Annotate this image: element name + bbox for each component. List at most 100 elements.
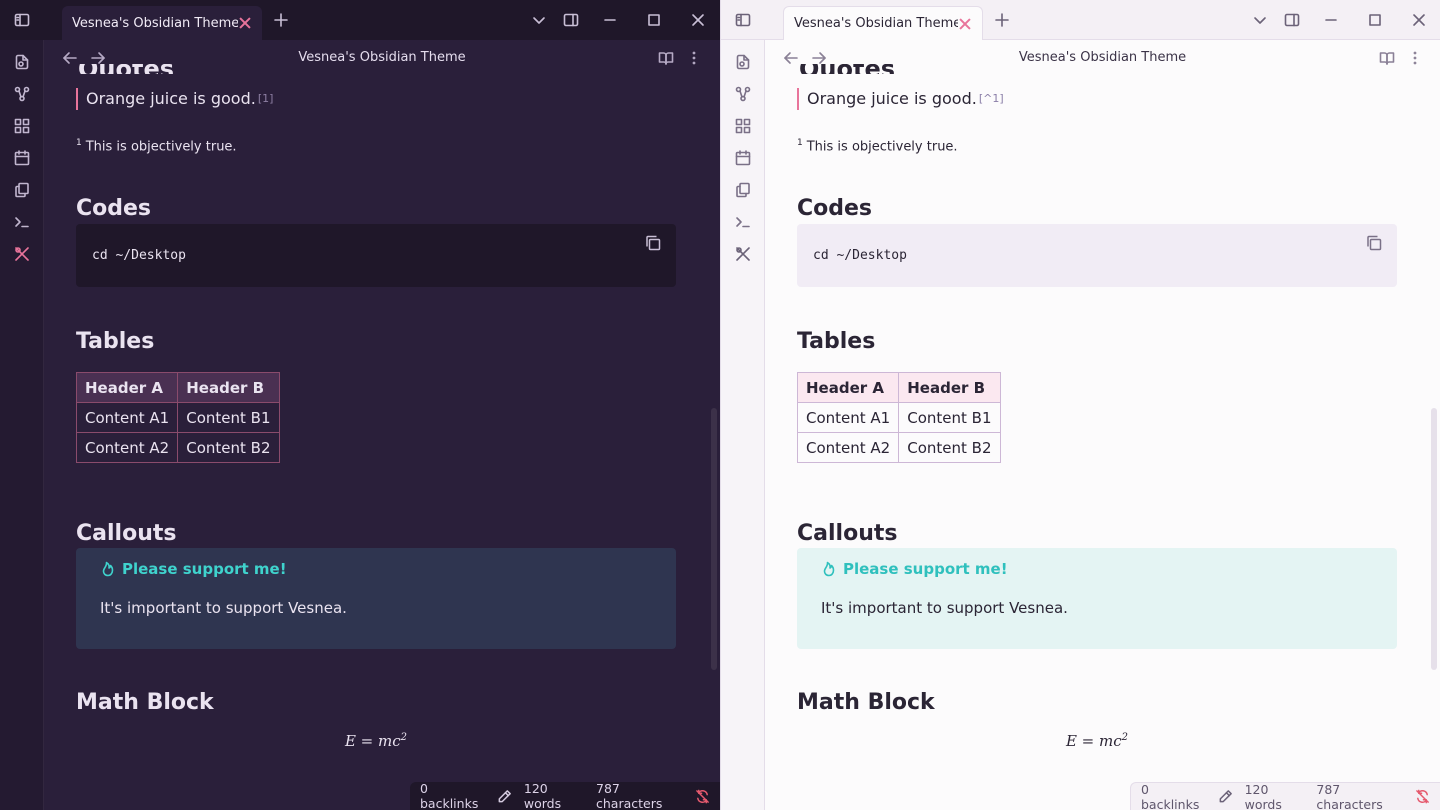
canvas-icon[interactable] [12, 116, 32, 136]
footnote: 1 This is objectively true. [797, 138, 958, 154]
scrollbar-thumb[interactable] [1431, 408, 1437, 670]
callout: Please support me! It's important to sup… [797, 548, 1397, 649]
file-explorer-icon[interactable] [12, 52, 32, 72]
callout-body: It's important to support Vesnea. [100, 599, 347, 617]
footnote-text: This is objectively true. [806, 139, 958, 155]
table-header-cell: Header A [75, 372, 179, 403]
code-text: cd ~/Desktop [92, 248, 186, 263]
maximize-icon[interactable] [1365, 10, 1385, 30]
quote-text: Orange juice is good. [86, 89, 256, 108]
terminal-icon[interactable] [12, 212, 32, 232]
table-cell: Content B1 [177, 402, 280, 433]
tab-active[interactable]: Vesnea's Obsidian Theme [783, 6, 983, 40]
footnote: 1 This is objectively true. [76, 138, 237, 154]
graph-view-icon[interactable] [12, 84, 32, 104]
file-explorer-icon[interactable] [733, 52, 753, 72]
status-bar: 0 backlinks 120 words 787 characters [1130, 782, 1440, 810]
footnote-reference[interactable]: [1] [258, 92, 274, 105]
tab-close-icon[interactable] [958, 17, 972, 31]
copy-files-icon[interactable] [733, 180, 753, 200]
style-settings-icon[interactable] [733, 244, 753, 264]
table-row: Content A2 Content B2 [796, 432, 1001, 463]
data-table: Header A Header B Content A1 Content B1 … [796, 372, 1001, 463]
table-cell: Content A1 [796, 402, 900, 433]
heading-tables: Tables [76, 329, 155, 354]
table-cell: Content A2 [75, 432, 179, 463]
sync-disabled-icon[interactable] [1415, 789, 1430, 804]
more-options-icon[interactable] [684, 48, 704, 68]
right-sidebar-toggle-icon[interactable] [1282, 10, 1302, 30]
tab-label: Vesnea's Obsidian Theme [72, 15, 238, 31]
close-window-icon[interactable] [1409, 10, 1429, 30]
minimize-icon[interactable] [600, 10, 620, 30]
sidebar-toggle-icon[interactable] [733, 10, 753, 30]
scrollbar-thumb[interactable] [711, 408, 717, 670]
tab-close-icon[interactable] [238, 16, 252, 30]
callout-title[interactable]: Please support me! [821, 560, 1008, 578]
light-window: Vesnea's Obsidian Theme Vesnea's Obsidia… [720, 0, 1440, 810]
code-block: cd ~/Desktop [797, 224, 1397, 287]
dark-window: Vesnea's Obsidian Theme Vesnea's Obsidia… [0, 0, 720, 810]
left-ribbon [721, 40, 765, 810]
table-row: Content A1 Content B1 [796, 402, 1001, 433]
backlinks-count[interactable]: 0 backlinks [1141, 782, 1206, 810]
note-content: Quotes Orange juice is good.[1] 1This is… [75, 64, 676, 810]
sync-disabled-icon[interactable] [695, 789, 710, 804]
footnote-number: 1 [76, 138, 82, 148]
character-count: 787 characters [1316, 781, 1383, 810]
chevron-down-icon[interactable] [1250, 10, 1270, 30]
reading-view-icon[interactable] [656, 48, 676, 68]
copy-code-icon[interactable] [1365, 234, 1383, 252]
close-window-icon[interactable] [688, 10, 708, 30]
word-count: 120 words [1244, 781, 1282, 810]
blockquote: Orange juice is good. [1] [76, 88, 273, 110]
backlinks-count[interactable]: 0 backlinks [420, 781, 485, 810]
status-bar: 0 backlinks 120 words 787 characters [410, 781, 720, 810]
flame-icon [100, 561, 116, 577]
heading-math-block: Math Block [797, 690, 935, 715]
data-table: Header A Header B Content A1 Content B1 … [75, 372, 280, 463]
footnote-reference[interactable]: [^1] [979, 92, 1004, 105]
footnote-text: This is objectively true. [85, 139, 237, 155]
copy-files-icon[interactable] [12, 180, 32, 200]
formula-exponent: 2 [1121, 732, 1129, 743]
heading-tables: Tables [797, 329, 876, 354]
edit-mode-icon[interactable] [497, 789, 512, 804]
table-header-row: Header A Header B [75, 372, 280, 403]
graph-view-icon[interactable] [733, 84, 753, 104]
formula-exponent: 2 [400, 732, 408, 743]
title-bar: Vesnea's Obsidian Theme [721, 0, 1440, 40]
edit-mode-icon[interactable] [1218, 789, 1233, 804]
new-tab-icon[interactable] [271, 10, 291, 30]
callout-title[interactable]: Please support me! [100, 560, 287, 578]
callout: Please support me! It's important to sup… [76, 548, 676, 649]
chevron-down-icon[interactable] [529, 10, 549, 30]
character-count: 787 characters [596, 781, 663, 810]
table-cell: Content B2 [898, 432, 1001, 463]
canvas-icon[interactable] [733, 116, 753, 136]
partial-heading: Quotes [799, 64, 895, 74]
more-options-icon[interactable] [1405, 48, 1425, 68]
style-settings-icon[interactable] [12, 244, 32, 264]
flame-icon [821, 561, 837, 577]
sidebar-toggle-icon[interactable] [12, 10, 32, 30]
terminal-icon[interactable] [733, 212, 753, 232]
reading-view-icon[interactable] [1377, 48, 1397, 68]
right-sidebar-toggle-icon[interactable] [561, 10, 581, 30]
view-title: Vesnea's Obsidian Theme [298, 50, 466, 65]
copy-code-icon[interactable] [644, 234, 662, 252]
tab-label: Vesnea's Obsidian Theme [794, 16, 958, 31]
formula-text: E = mc [344, 732, 401, 750]
table-cell: Content B2 [177, 432, 280, 463]
new-tab-icon[interactable] [992, 10, 1012, 30]
maximize-icon[interactable] [644, 10, 664, 30]
footnote-number: 1 [797, 138, 803, 148]
table-cell: Content A1 [75, 402, 179, 433]
table-row: Content A2 Content B2 [75, 432, 280, 463]
code-block: cd ~/Desktop [76, 224, 676, 287]
calendar-icon[interactable] [733, 148, 753, 168]
table-header-cell: Header B [177, 372, 280, 403]
minimize-icon[interactable] [1321, 10, 1341, 30]
tab-active[interactable]: Vesnea's Obsidian Theme [62, 6, 262, 40]
calendar-icon[interactable] [12, 148, 32, 168]
